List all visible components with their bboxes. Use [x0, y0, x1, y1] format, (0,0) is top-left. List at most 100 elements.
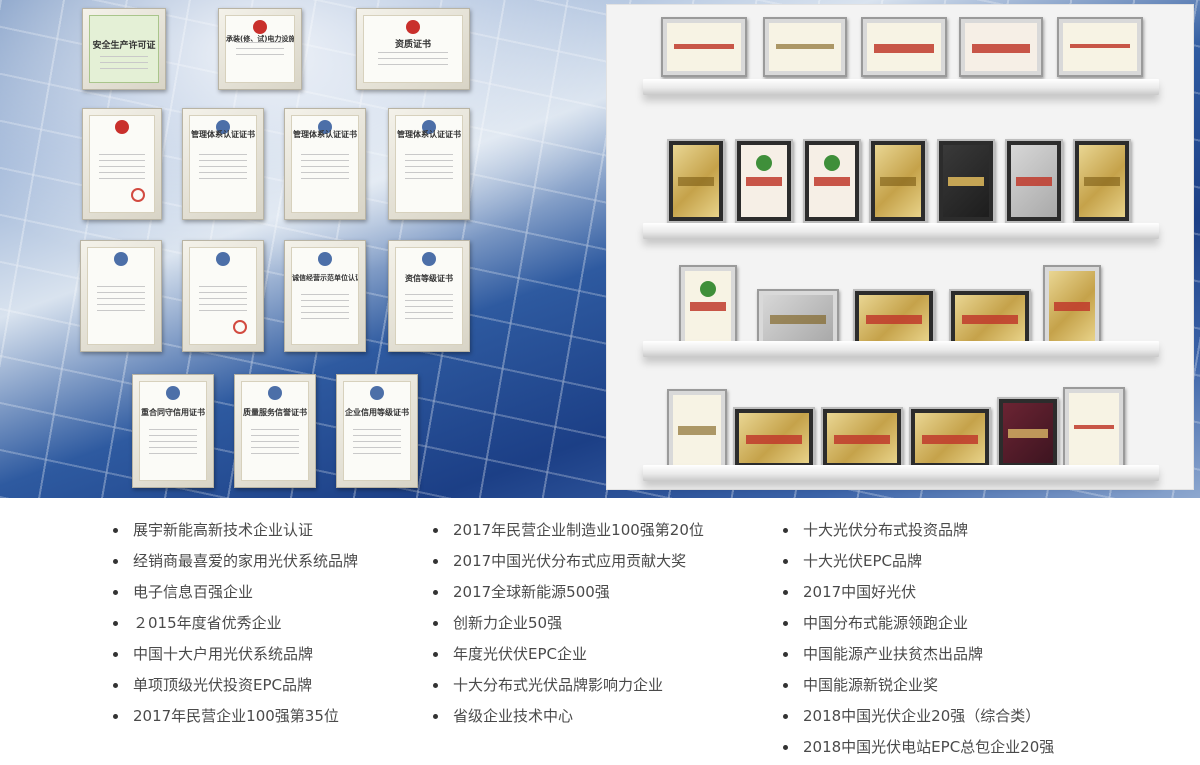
display-shelf — [643, 223, 1159, 239]
certificate-title: 质量服务信誉证书 — [243, 408, 307, 418]
national-emblem-icon — [406, 20, 420, 34]
certificate-management-system: 管理体系认证证书 — [182, 108, 264, 220]
certificate-credit-rating: 资信等级证书 — [388, 240, 470, 352]
award-logo-icon — [824, 155, 840, 172]
display-shelf — [643, 341, 1159, 357]
award-plaque — [757, 289, 839, 347]
honor-text: 2017中国好光伏 — [803, 583, 917, 601]
honor-text: 经销商最喜爱的家用光伏系统品牌 — [133, 552, 359, 570]
award-plaque — [1005, 139, 1063, 223]
honor-item: 中国能源产业扶贫杰出品牌 — [783, 642, 1054, 673]
bullet-icon — [433, 683, 438, 688]
certification-logo-icon — [370, 386, 384, 400]
honor-text: 单项顶级光伏投资EPC品牌 — [133, 676, 312, 694]
honor-text: 2017年民营企业制造业100强第20位 — [453, 521, 704, 539]
award-plaque — [821, 407, 903, 469]
honor-item: 2017全球新能源500强 — [433, 580, 704, 611]
honor-item: 2018中国光伏企业20强（综合类） — [783, 704, 1054, 735]
honor-item: 2017中国好光伏 — [783, 580, 1054, 611]
certification-logo-icon — [114, 252, 128, 266]
award-plaque — [853, 289, 935, 347]
bullet-icon — [113, 590, 118, 595]
award-plaque — [937, 139, 995, 223]
bullet-icon — [113, 559, 118, 564]
bullet-icon — [783, 559, 788, 564]
certificate-title: 管理体系认证证书 — [191, 130, 255, 140]
honor-item: 年度光伏伏EPC企业 — [433, 642, 704, 673]
award-plaque — [861, 17, 947, 77]
bullet-icon — [783, 714, 788, 719]
certificate-title: 管理体系认证证书 — [293, 130, 357, 140]
certification-logo-icon — [422, 252, 436, 266]
award-plaque — [1043, 265, 1101, 347]
bullet-icon — [113, 528, 118, 533]
honor-item: 经销商最喜爱的家用光伏系统品牌 — [113, 549, 358, 580]
honor-item: 中国分布式能源领跑企业 — [783, 611, 1054, 642]
bullet-icon — [433, 528, 438, 533]
honor-item: 2017中国光伏分布式应用贡献大奖 — [433, 549, 704, 580]
honor-item: 2017年民营企业100强第35位 — [113, 704, 358, 735]
honor-text: 2017中国光伏分布式应用贡献大奖 — [453, 552, 687, 570]
honor-item: 电子信息百强企业 — [113, 580, 358, 611]
honor-text: 电子信息百强企业 — [133, 583, 254, 601]
award-plaque — [1063, 387, 1125, 471]
award-plaque — [909, 407, 991, 469]
award-plaque — [667, 139, 725, 223]
award-plaque — [949, 289, 1031, 347]
award-logo-icon — [756, 155, 772, 172]
certificate-management-system: 管理体系认证证书 — [284, 108, 366, 220]
honor-item: 省级企业技术中心 — [433, 704, 704, 735]
certificate-safety-production: 安全生产许可证 — [82, 8, 166, 90]
certification-logo-icon — [166, 386, 180, 400]
award-plaque — [997, 397, 1059, 469]
award-plaque — [959, 17, 1043, 77]
bullet-icon — [113, 652, 118, 657]
certificate-title: 重合同守信用证书 — [141, 408, 205, 418]
hero-banner: 安全生产许可证 承装(修、试)电力设施许可证 资质证书 管理体系认证证书 管理体… — [0, 0, 1200, 498]
award-plaque — [667, 389, 727, 471]
honors-column-2: 2017年民营企业制造业100强第20位 2017中国光伏分布式应用贡献大奖 2… — [433, 518, 704, 735]
certificate-management-system: 管理体系认证证书 — [388, 108, 470, 220]
honor-text: 2017全球新能源500强 — [453, 583, 610, 601]
award-plaque — [763, 17, 847, 77]
bullet-icon — [783, 621, 788, 626]
seal-icon — [131, 188, 146, 203]
bullet-icon — [783, 683, 788, 688]
bullet-icon — [113, 621, 118, 626]
certification-logo-icon — [216, 252, 230, 266]
certification-logo-icon — [318, 252, 332, 266]
honor-item: 中国十大户用光伏系统品牌 — [113, 642, 358, 673]
display-shelf — [643, 79, 1159, 95]
certificate-title: 诚信经营示范单位认证书 — [292, 273, 358, 282]
certificate-unlabeled — [80, 240, 162, 352]
honor-text: 中国十大户用光伏系统品牌 — [133, 645, 314, 663]
award-logo-icon — [700, 280, 716, 297]
award-plaque — [803, 139, 861, 223]
honor-item: 十大光伏分布式投资品牌 — [783, 518, 1054, 549]
national-emblem-icon — [115, 120, 129, 134]
honor-text: 中国能源新锐企业奖 — [803, 676, 939, 694]
honor-text: 2018中国光伏电站EPC总包企业20强 — [803, 738, 1055, 756]
bullet-icon — [783, 652, 788, 657]
award-plaque-wall — [606, 4, 1194, 490]
honor-text: 十大光伏EPC品牌 — [803, 552, 922, 570]
honor-text: ２015年度省优秀企业 — [133, 614, 282, 632]
bullet-icon — [433, 714, 438, 719]
honor-text: 2018中国光伏企业20强（综合类） — [803, 707, 1041, 725]
honor-text: 展宇新能高新技术企业认证 — [133, 521, 314, 539]
honor-item: 2017年民营企业制造业100强第20位 — [433, 518, 704, 549]
seal-icon — [232, 320, 247, 335]
bullet-icon — [433, 652, 438, 657]
certificate-power-facility: 承装(修、试)电力设施许可证 — [218, 8, 302, 90]
certificate-quality-service: 质量服务信誉证书 — [234, 374, 316, 488]
award-plaque — [679, 265, 737, 347]
honor-item: 十大光伏EPC品牌 — [783, 549, 1054, 580]
honors-column-1: 展宇新能高新技术企业认证 经销商最喜爱的家用光伏系统品牌 电子信息百强企业 ２0… — [113, 518, 358, 735]
honor-item: 创新力企业50强 — [433, 611, 704, 642]
honor-text: 年度光伏伏EPC企业 — [453, 645, 587, 663]
honor-item: 中国能源新锐企业奖 — [783, 673, 1054, 704]
honors-list-section: 展宇新能高新技术企业认证 经销商最喜爱的家用光伏系统品牌 电子信息百强企业 ２0… — [0, 518, 1200, 765]
display-shelf — [643, 465, 1159, 481]
certification-logo-icon — [268, 386, 282, 400]
bullet-icon — [433, 621, 438, 626]
